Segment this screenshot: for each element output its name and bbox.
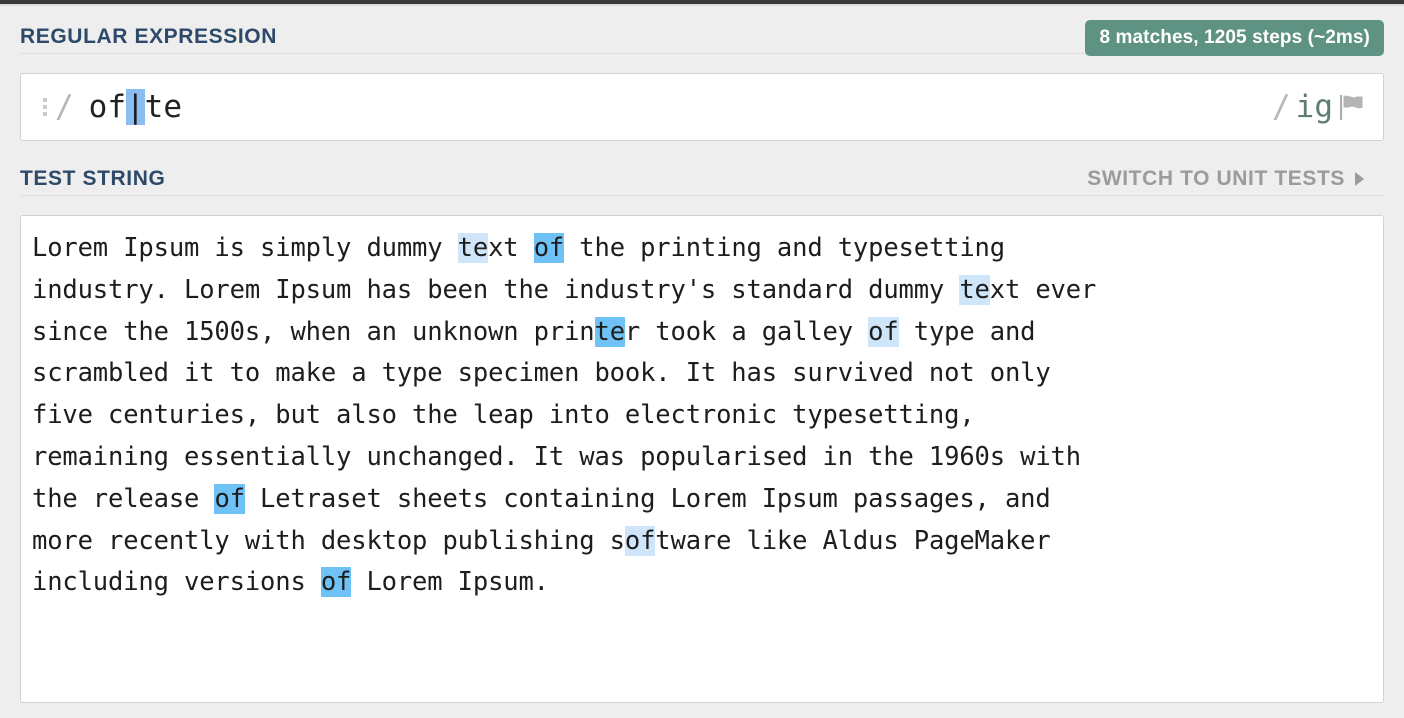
match-highlight: of <box>624 525 656 556</box>
regex-open-delimiter: / <box>55 88 74 125</box>
regex-pattern-after: te <box>144 88 182 125</box>
match-highlight: of <box>868 316 899 347</box>
text-segment: xt ever <box>989 274 1097 305</box>
text-segment: type and <box>898 316 1036 347</box>
text-segment: Letraset sheets containing Lorem Ipsum p… <box>244 483 1051 514</box>
switch-to-unit-tests-label: SWITCH TO UNIT TESTS <box>1087 167 1345 190</box>
regex-input-box[interactable]: / of|te / ig <box>20 73 1384 141</box>
regex-pattern-input[interactable]: of|te <box>88 88 182 125</box>
regex-pattern-selection: | <box>126 88 145 125</box>
match-highlight: te <box>594 316 625 347</box>
text-segment: remaining essentially unchanged. It was … <box>32 441 1081 472</box>
drag-dots-icon[interactable] <box>39 98 51 116</box>
regex-section-title: REGULAR EXPRESSION <box>20 25 278 48</box>
flag-icon[interactable] <box>1339 92 1365 122</box>
text-segment: xt <box>488 233 534 263</box>
test-section-header: TEST STRING SWITCH TO UNIT TESTS <box>20 162 1384 196</box>
regex-input-row: / of|te / ig <box>21 74 1383 140</box>
text-segment: Lorem Ipsum is simply dummy <box>32 233 458 263</box>
text-segment: industry. Lorem Ipsum has been the indus… <box>32 274 960 305</box>
text-segment: the printing and typesetting <box>564 233 1005 263</box>
match-highlight: of <box>320 567 352 598</box>
text-segment: including versions <box>32 567 321 598</box>
match-highlight: of <box>214 483 245 514</box>
match-highlight: te <box>959 274 990 305</box>
match-count-badge: 8 matches, 1205 steps (~2ms) <box>1085 20 1384 57</box>
text-segment: scrambled it to make a type specimen boo… <box>32 358 1051 389</box>
match-highlight: te <box>457 233 489 263</box>
test-string-content[interactable]: Lorem Ipsum is simply dummy text of the … <box>32 228 1372 604</box>
text-segment: tware like Aldus PageMaker <box>655 525 1051 556</box>
text-segment: Lorem Ipsum. <box>351 567 549 598</box>
test-header-divider <box>20 195 1384 196</box>
test-string-editor[interactable]: Lorem Ipsum is simply dummy text of the … <box>20 215 1384 703</box>
test-section-title: TEST STRING <box>20 167 166 190</box>
text-segment: since the 1500s, when an unknown prin <box>32 316 595 347</box>
regex-close-delimiter: / <box>1272 88 1291 125</box>
regex-pattern-before: of <box>88 88 126 125</box>
regexr-app: REGULAR EXPRESSION 8 matches, 1205 steps… <box>0 0 1404 718</box>
window-top-bar-highlight <box>0 4 1404 6</box>
regex-flags-group: / ig <box>1272 88 1383 125</box>
regex-flags[interactable]: ig <box>1296 91 1333 123</box>
text-segment: the release <box>32 483 215 514</box>
chevron-right-icon <box>1355 172 1364 186</box>
text-segment: more recently with desktop publishing s <box>32 525 625 556</box>
text-segment: five centuries, but also the leap into e… <box>32 400 975 431</box>
text-segment: r took a galley <box>624 316 869 347</box>
match-highlight: of <box>533 233 565 263</box>
switch-to-unit-tests-link[interactable]: SWITCH TO UNIT TESTS <box>1087 162 1364 196</box>
